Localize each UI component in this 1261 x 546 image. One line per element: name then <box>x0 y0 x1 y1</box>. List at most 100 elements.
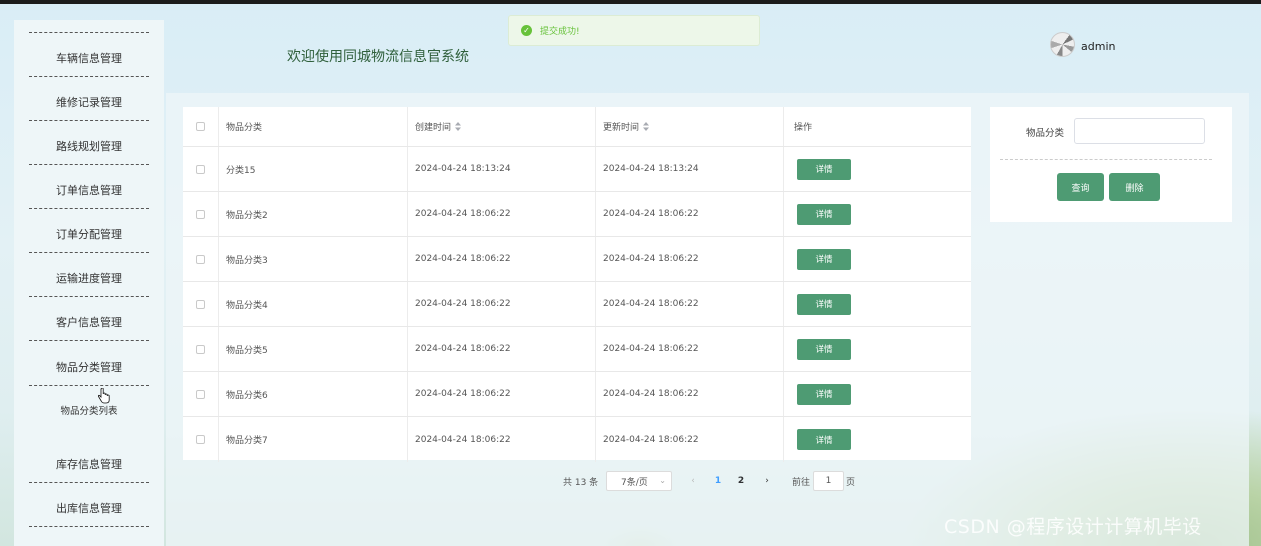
cell-category: 物品分类5 <box>219 327 408 371</box>
chevron-down-icon: ⌄ <box>659 476 666 485</box>
cell-category: 物品分类7 <box>219 417 408 462</box>
next-page-button[interactable]: › <box>758 471 776 491</box>
pagination-total: 共 13 条 <box>563 477 599 488</box>
row-checkbox[interactable] <box>196 389 205 399</box>
header-updated[interactable]: 更新时间 <box>596 107 784 146</box>
row-checkbox[interactable] <box>196 164 205 174</box>
cell-actions: 详情 <box>784 327 971 371</box>
top-bar <box>0 0 1261 4</box>
cell-actions: 详情 <box>784 417 971 462</box>
search-panel: 物品分类 查询 删除 <box>990 107 1232 222</box>
sidebar-divider <box>29 252 149 253</box>
cell-actions: 详情 <box>784 192 971 236</box>
header-created[interactable]: 创建时间 <box>408 107 596 146</box>
site-title: 欢迎使用同城物流信息官系统 <box>287 49 469 65</box>
cell-category: 物品分类3 <box>219 237 408 281</box>
detail-button[interactable]: 详情 <box>797 203 851 225</box>
cell-updated: 2024-04-24 18:13:24 <box>596 147 784 191</box>
header-updated-label: 更新时间 <box>603 123 640 133</box>
sidebar-item-inventory[interactable]: 库存信息管理 <box>29 442 149 486</box>
row-checkbox-cell <box>183 327 219 371</box>
detail-button[interactable]: 详情 <box>797 383 851 405</box>
query-button[interactable]: 查询 <box>1057 173 1104 201</box>
check-circle-icon: ✓ <box>521 25 532 36</box>
row-checkbox-cell <box>183 192 219 236</box>
cell-updated: 2024-04-24 18:06:22 <box>596 282 784 326</box>
cell-created: 2024-04-24 18:06:22 <box>408 327 596 371</box>
page-number-1[interactable]: 1 <box>709 471 727 491</box>
cell-actions: 详情 <box>784 147 971 191</box>
row-checkbox-cell <box>183 282 219 326</box>
sidebar-divider <box>29 296 149 297</box>
cell-created: 2024-04-24 18:06:22 <box>408 372 596 416</box>
detail-button[interactable]: 详情 <box>797 338 851 360</box>
sidebar-item-outbound[interactable]: 出库信息管理 <box>29 486 149 530</box>
detail-button[interactable]: 详情 <box>797 158 851 180</box>
table-header-row: 物品分类 创建时间 更新时间 操作 <box>183 107 971 147</box>
header-checkbox-cell <box>183 107 219 146</box>
row-checkbox-cell <box>183 237 219 281</box>
cell-created: 2024-04-24 18:06:22 <box>408 417 596 462</box>
sidebar-divider <box>29 32 149 33</box>
header-created-label: 创建时间 <box>415 123 452 133</box>
sidebar-subitem-category-list[interactable]: 物品分类列表 <box>29 390 149 430</box>
cell-updated: 2024-04-24 18:06:22 <box>596 417 784 462</box>
row-checkbox[interactable] <box>196 299 205 309</box>
header-category: 物品分类 <box>219 107 408 146</box>
prev-page-button[interactable]: ‹ <box>684 471 702 491</box>
sidebar-divider <box>29 482 149 483</box>
cell-updated: 2024-04-24 18:06:22 <box>596 192 784 236</box>
category-table: 物品分类 创建时间 更新时间 操作 分类15 2024-04-24 18:13:… <box>183 107 971 462</box>
cell-category: 物品分类4 <box>219 282 408 326</box>
sidebar-divider <box>29 385 149 386</box>
sort-icon[interactable] <box>643 122 650 131</box>
sidebar-divider <box>29 526 149 527</box>
category-search-input[interactable] <box>1074 118 1205 144</box>
delete-button[interactable]: 删除 <box>1109 173 1160 201</box>
row-checkbox[interactable] <box>196 254 205 264</box>
sidebar-item-vehicle[interactable]: 车辆信息管理 <box>29 36 149 80</box>
select-all-checkbox[interactable] <box>196 122 205 131</box>
sidebar-item-order[interactable]: 订单信息管理 <box>29 168 149 212</box>
row-checkbox[interactable] <box>196 435 205 444</box>
cell-updated: 2024-04-24 18:06:22 <box>596 237 784 281</box>
cell-updated: 2024-04-24 18:06:22 <box>596 327 784 371</box>
detail-button[interactable]: 详情 <box>797 293 851 315</box>
sidebar-divider <box>29 208 149 209</box>
sidebar-item-transport[interactable]: 运输进度管理 <box>29 256 149 300</box>
cell-created: 2024-04-24 18:13:24 <box>408 147 596 191</box>
cell-category: 物品分类6 <box>219 372 408 416</box>
row-checkbox-cell <box>183 147 219 191</box>
sidebar-divider <box>29 340 149 341</box>
watermark: CSDN @程序设计计算机毕设 <box>944 516 1202 538</box>
chevron-right-icon: › <box>765 476 769 486</box>
cell-actions: 详情 <box>784 282 971 326</box>
search-label: 物品分类 <box>1026 128 1065 139</box>
sidebar-item-category[interactable]: 物品分类管理 <box>29 345 149 389</box>
row-checkbox[interactable] <box>196 209 205 219</box>
table-row: 物品分类7 2024-04-24 18:06:22 2024-04-24 18:… <box>183 417 971 462</box>
table-row: 物品分类5 2024-04-24 18:06:22 2024-04-24 18:… <box>183 327 971 372</box>
sidebar-item-route[interactable]: 路线规划管理 <box>29 124 149 168</box>
page-size-value: 7条/页 <box>621 477 648 488</box>
goto-page-input[interactable]: 1 <box>813 471 844 491</box>
avatar[interactable] <box>1050 32 1075 57</box>
sidebar-item-order-assign[interactable]: 订单分配管理 <box>29 212 149 256</box>
toast-message: 提交成功! <box>540 27 580 37</box>
cell-created: 2024-04-24 18:06:22 <box>408 282 596 326</box>
table-row: 分类15 2024-04-24 18:13:24 2024-04-24 18:1… <box>183 147 971 192</box>
cell-category: 分类15 <box>219 147 408 191</box>
page-suffix-label: 页 <box>846 477 856 488</box>
detail-button[interactable]: 详情 <box>797 248 851 270</box>
table-row: 物品分类3 2024-04-24 18:06:22 2024-04-24 18:… <box>183 237 971 282</box>
page-size-select[interactable]: 7条/页 ⌄ <box>606 471 672 491</box>
sidebar-item-customer[interactable]: 客户信息管理 <box>29 300 149 344</box>
sidebar-divider <box>29 120 149 121</box>
sort-icon[interactable] <box>455 122 462 131</box>
sidebar-item-maintenance[interactable]: 维修记录管理 <box>29 80 149 124</box>
detail-button[interactable]: 详情 <box>797 429 851 450</box>
cell-actions: 详情 <box>784 372 971 416</box>
row-checkbox[interactable] <box>196 344 205 354</box>
username[interactable]: admin <box>1081 40 1115 53</box>
page-number-2[interactable]: 2 <box>732 471 750 491</box>
